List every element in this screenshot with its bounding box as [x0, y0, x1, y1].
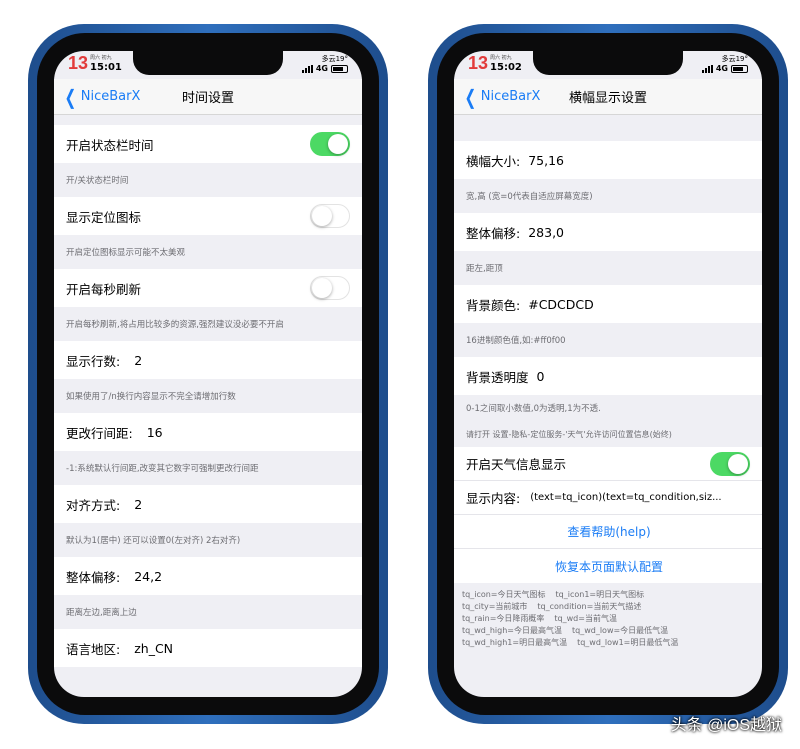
left-phone-bezel: 13 周六 初九 15:01 多云19° 4G ❮ NiceBarX 时间设置 …	[37, 33, 379, 715]
status-weather: 多云19°	[321, 55, 348, 63]
row-locale[interactable]: 语言地区: zh_CN	[54, 629, 362, 667]
row-footer: 宽,高 (宽=0代表自适应屏幕宽度)	[466, 192, 593, 202]
row-footer: 开启每秒刷新,将占用比较多的资源,强烈建议没必要不开启	[66, 320, 284, 330]
row-label: 显示内容:	[466, 491, 521, 506]
row-label: 显示行数:	[66, 353, 121, 369]
row-statusbar-time: 开启状态栏时间	[54, 125, 362, 163]
legend-item: tq_wd_high1=明日最高气温	[462, 638, 568, 647]
back-button[interactable]: ❮ NiceBarX	[454, 84, 541, 109]
right-phone: 13 周六 初九 15:02 多云19° 4G ❮ NiceBarX 横幅显示设…	[428, 24, 788, 724]
nav-bar: ❮ NiceBarX 横幅显示设置	[454, 79, 762, 115]
right-screen: 13 周六 初九 15:02 多云19° 4G ❮ NiceBarX 横幅显示设…	[454, 51, 762, 697]
row-label: 整体偏移:	[66, 569, 121, 585]
status-time: 15:01	[90, 62, 122, 73]
row-display-content[interactable]: 显示内容: (text=tq_icon)(text=tq_condition,s…	[454, 481, 762, 515]
legend-item: tq_city=当前城市	[462, 602, 528, 611]
variable-legend: tq_icon=今日天气图标 tq_icon1=明日天气图标 tq_city=当前…	[454, 583, 762, 649]
legend-item: tq_wd_low1=明日最低气温	[577, 638, 679, 647]
chevron-left-icon: ❮	[64, 84, 77, 109]
battery-icon	[331, 65, 348, 73]
row-label: 背景透明度	[466, 369, 529, 385]
bg-color-value[interactable]: #CDCDCD	[528, 297, 594, 312]
network-label: 4G	[315, 64, 328, 73]
line-count-value[interactable]: 2	[134, 353, 142, 368]
refresh-toggle[interactable]	[310, 276, 350, 300]
row-banner-offset[interactable]: 整体偏移: 283,0	[454, 213, 762, 251]
row-label: 整体偏移:	[466, 225, 521, 241]
row-label: 背景颜色:	[466, 297, 521, 313]
battery-icon	[731, 65, 748, 73]
row-label: 语言地区:	[66, 641, 121, 657]
row-location-icon: 显示定位图标	[54, 197, 362, 235]
row-footer: 0-1之间取小数值,0为透明,1为不透.	[466, 404, 601, 414]
statusbar-time-toggle[interactable]	[310, 132, 350, 156]
row-footer: 默认为1(居中) 还可以设置0(左对齐) 2右对齐)	[66, 536, 241, 546]
row-line-spacing[interactable]: 更改行间距: 16	[54, 413, 362, 451]
legend-item: tq_wd=当前气温	[554, 614, 617, 623]
right-phone-bezel: 13 周六 初九 15:02 多云19° 4G ❮ NiceBarX 横幅显示设…	[437, 33, 779, 715]
chevron-left-icon: ❮	[464, 84, 477, 109]
line-spacing-value[interactable]: 16	[147, 425, 163, 440]
banner-offset-value[interactable]: 283,0	[528, 225, 564, 240]
status-date: 13	[468, 53, 489, 73]
status-time: 15:02	[490, 62, 522, 73]
row-label: 开启每秒刷新	[66, 281, 142, 297]
back-label: NiceBarX	[480, 89, 541, 104]
bg-opacity-value[interactable]: 0	[537, 369, 545, 384]
alignment-value[interactable]: 2	[134, 497, 142, 512]
legend-item: tq_wd_high=今日最高气温	[462, 626, 562, 635]
row-refresh: 开启每秒刷新	[54, 269, 362, 307]
row-weather-toggle: 开启天气信息显示	[454, 447, 762, 481]
signal-icon	[301, 65, 313, 73]
notch	[533, 51, 683, 75]
status-weather: 多云19°	[721, 55, 748, 63]
legend-item: tq_wd_low=今日最低气温	[571, 626, 669, 635]
legend-item: tq_icon=今日天气图标	[462, 590, 546, 599]
row-footer: 距左,距顶	[466, 264, 503, 274]
row-label: 更改行间距:	[66, 425, 133, 441]
left-phone: 13 周六 初九 15:01 多云19° 4G ❮ NiceBarX 时间设置 …	[28, 24, 388, 724]
settings-list: 开启状态栏时间 开/关状态栏时间 显示定位图标 开启定位图标显示可能不太美观 开…	[54, 115, 362, 697]
locale-value[interactable]: zh_CN	[134, 641, 173, 656]
weather-toggle[interactable]	[710, 451, 750, 476]
settings-list: 横幅大小: 75,16 宽,高 (宽=0代表自适应屏幕宽度) 整体偏移: 283…	[454, 115, 762, 697]
row-bg-opacity[interactable]: 背景透明度 0	[454, 357, 762, 395]
row-label: 显示定位图标	[66, 209, 142, 225]
display-content-value[interactable]: (text=tq_icon)(text=tq_condition,siz...	[530, 492, 721, 503]
row-footer: -1:系统默认行间距,改变其它数字可强制更改行间距	[66, 464, 259, 474]
row-footer: 开启定位图标显示可能不太美观	[66, 248, 186, 258]
notch	[133, 51, 283, 75]
help-link[interactable]: 查看帮助(help)	[454, 515, 762, 549]
row-label: 开启天气信息显示	[466, 457, 567, 472]
legend-item: tq_rain=今日降雨概率	[462, 614, 545, 623]
row-footer: 距离左边,距离上边	[66, 608, 137, 618]
row-label: 开启状态栏时间	[66, 137, 154, 153]
signal-icon	[701, 65, 713, 73]
row-footer: 开/关状态栏时间	[66, 176, 129, 186]
watermark: 头条 @iOS越狱	[670, 717, 782, 734]
row-alignment[interactable]: 对齐方式: 2	[54, 485, 362, 523]
row-banner-size[interactable]: 横幅大小: 75,16	[454, 141, 762, 179]
row-line-count[interactable]: 显示行数: 2	[54, 341, 362, 379]
reset-defaults-link[interactable]: 恢复本页面默认配置	[454, 549, 762, 583]
nav-bar: ❮ NiceBarX 时间设置	[54, 79, 362, 115]
network-label: 4G	[715, 64, 728, 73]
offset-value[interactable]: 24,2	[134, 569, 162, 584]
legend-item: tq_condition=当前天气描述	[537, 602, 642, 611]
location-icon-toggle[interactable]	[310, 204, 350, 228]
row-offset[interactable]: 整体偏移: 24,2	[54, 557, 362, 595]
banner-size-value[interactable]: 75,16	[528, 153, 564, 168]
weather-location-note: 请打开 设置-隐私-定位服务-'天气'允许访问位置信息(始终)	[466, 429, 672, 439]
row-footer: 如果使用了/n换行内容显示不完全请增加行数	[66, 392, 236, 402]
row-footer: 16进制颜色值,如:#ff0f00	[466, 336, 566, 346]
back-label: NiceBarX	[80, 89, 141, 104]
left-screen: 13 周六 初九 15:01 多云19° 4G ❮ NiceBarX 时间设置 …	[54, 51, 362, 697]
back-button[interactable]: ❮ NiceBarX	[54, 84, 141, 109]
row-bg-color[interactable]: 背景颜色: #CDCDCD	[454, 285, 762, 323]
row-label: 横幅大小:	[466, 153, 521, 169]
row-label: 对齐方式:	[66, 497, 121, 513]
status-date: 13	[68, 53, 89, 73]
legend-item: tq_icon1=明日天气图标	[555, 590, 645, 599]
